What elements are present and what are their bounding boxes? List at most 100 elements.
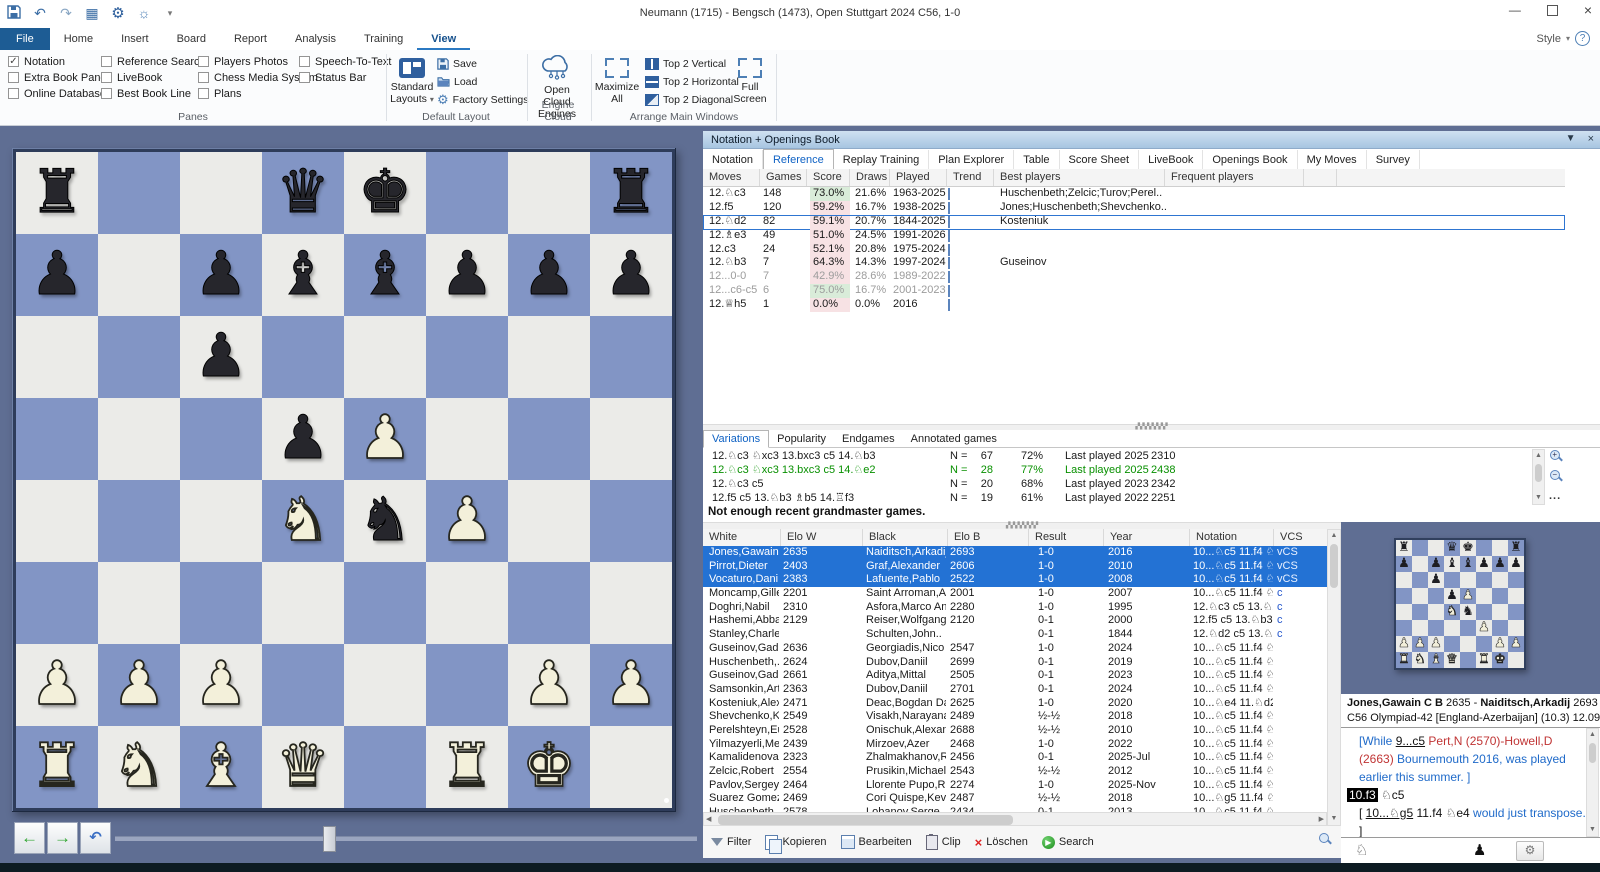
ribbon-checkbox[interactable]: Plans: [198, 88, 318, 99]
white-piece[interactable]: ♝: [180, 726, 262, 808]
black-piece[interactable]: ♟: [1476, 556, 1492, 572]
ribbon-tab[interactable]: Analysis: [281, 28, 350, 50]
square[interactable]: ♜: [1508, 540, 1524, 556]
square[interactable]: [1412, 620, 1428, 636]
square[interactable]: [426, 316, 508, 398]
white-piece[interactable]: ♟: [508, 644, 590, 726]
white-piece[interactable]: ♟: [1460, 588, 1476, 604]
square[interactable]: ♞: [1444, 604, 1460, 620]
scroll-down-icon[interactable]: ▼: [1533, 492, 1544, 504]
square[interactable]: [590, 726, 672, 808]
arrange-option[interactable]: Top 2 Diagonal: [645, 92, 739, 107]
col-blank-2[interactable]: [1337, 169, 1565, 186]
delete-button[interactable]: × Löschen: [975, 835, 1028, 850]
preview-chess-board[interactable]: ♜♛♚♜♟♟♝♝♟♟♟♟♟♟♞♞♟♟♟♟♟♟♜♞♝♛♜♚: [1394, 538, 1526, 670]
white-piece[interactable]: ♟: [1508, 636, 1524, 652]
more-options-button[interactable]: ...: [1549, 490, 1561, 502]
undo-icon[interactable]: ↶: [32, 5, 48, 22]
search-button[interactable]: ▶ Search: [1042, 836, 1094, 849]
square[interactable]: ♝: [262, 234, 344, 316]
square[interactable]: ♟: [1492, 556, 1508, 572]
square[interactable]: ♟: [98, 644, 180, 726]
black-piece[interactable]: ♜: [1396, 540, 1412, 556]
square[interactable]: [1508, 572, 1524, 588]
square[interactable]: [426, 152, 508, 234]
square[interactable]: ♞: [1460, 604, 1476, 620]
game-row[interactable]: Huschenbeth,.. 2624 Dubov,Daniil 2699 0-…: [703, 656, 1327, 670]
black-piece[interactable]: ♟: [1396, 556, 1412, 572]
white-piece[interactable]: ♜: [426, 726, 508, 808]
square[interactable]: ♟: [1428, 556, 1444, 572]
takeback-button[interactable]: ↶: [80, 822, 111, 854]
game-row[interactable]: Kosteniuk,Alex.. 2471 Deac,Bogdan Da.. 2…: [703, 697, 1327, 711]
black-piece[interactable]: ♟: [426, 234, 508, 316]
square[interactable]: ♟: [508, 644, 590, 726]
square[interactable]: [16, 480, 98, 562]
square[interactable]: [508, 480, 590, 562]
variations-tab[interactable]: Popularity: [769, 431, 834, 447]
square[interactable]: [1508, 588, 1524, 604]
variation-row[interactable]: 12.♘c3 ♘xc3 13.bxc3 c5 14.♘b3 N = 67 72%…: [703, 449, 1523, 463]
square[interactable]: ♜: [16, 152, 98, 234]
black-piece[interactable]: ♛: [1444, 540, 1460, 556]
square[interactable]: [1412, 572, 1428, 588]
square[interactable]: ♝: [344, 234, 426, 316]
minimize-button[interactable]: —: [1509, 3, 1521, 17]
square[interactable]: [1476, 636, 1492, 652]
square[interactable]: ♝: [1444, 556, 1460, 572]
scroll-left-icon[interactable]: ◀: [706, 814, 711, 826]
white-piece[interactable]: ♟: [590, 644, 672, 726]
black-piece[interactable]: ♟: [180, 234, 262, 316]
white-piece[interactable]: ♜: [1396, 652, 1412, 668]
square[interactable]: [590, 316, 672, 398]
black-piece[interactable]: ♟: [1492, 556, 1508, 572]
square[interactable]: [1460, 620, 1476, 636]
variation-row[interactable]: 12.f5 c5 13.♘b3 ♗b5 14.♖f3 N = 19 61% La…: [703, 491, 1523, 505]
panel-caption[interactable]: Notation + Openings Book: [703, 131, 1600, 149]
white-piece[interactable]: ♛: [262, 726, 344, 808]
ribbon-tab[interactable]: View: [417, 28, 470, 50]
previous-move-button[interactable]: ←: [14, 822, 45, 854]
square[interactable]: [426, 398, 508, 480]
black-piece[interactable]: ♜: [16, 152, 98, 234]
games-vscroll-thumb[interactable]: [1330, 544, 1338, 588]
square[interactable]: ♝: [1428, 652, 1444, 668]
square[interactable]: [1508, 620, 1524, 636]
square[interactable]: [16, 562, 98, 644]
square[interactable]: ♟: [16, 644, 98, 726]
reference-row[interactable]: 12.♘c3 148 73.0% 21.6% 1963-2025 Huschen…: [703, 187, 1565, 201]
col-result[interactable]: Result: [1029, 529, 1104, 546]
white-piece[interactable]: ♟: [1428, 636, 1444, 652]
game-row[interactable]: Vocaturo,Dani.. 2383 Lafuente,Pablo 2522…: [703, 573, 1327, 587]
game-row[interactable]: Perelshteyn,Eu.. 2528 Onischuk,Alexan.. …: [703, 724, 1327, 738]
black-piece[interactable]: ♞: [344, 480, 426, 562]
square[interactable]: [1412, 604, 1428, 620]
factory-settings-button[interactable]: ⚙ Factory Settings: [437, 92, 529, 107]
black-pawn-icon[interactable]: ♟: [1473, 841, 1486, 859]
game-row[interactable]: Doghri,Nabil 2310 Asfora,Marco An.. 2280…: [703, 601, 1327, 615]
game-row[interactable]: Shevchenko,Kir.. 2549 Visakh,Narayana.. …: [703, 710, 1327, 724]
col-best-players[interactable]: Best players: [994, 169, 1165, 186]
square[interactable]: [1476, 588, 1492, 604]
square[interactable]: [344, 726, 426, 808]
square[interactable]: [1460, 636, 1476, 652]
ribbon-checkbox[interactable]: Status Bar: [299, 72, 391, 83]
layout-save-button[interactable]: Save: [437, 56, 477, 71]
square[interactable]: ♟: [1476, 556, 1492, 572]
square[interactable]: ♜: [590, 152, 672, 234]
square[interactable]: [1508, 652, 1524, 668]
col-draws[interactable]: Draws: [850, 169, 890, 186]
games-vscrollbar[interactable]: ▲ ▼: [1327, 529, 1341, 826]
game-position-slider-track[interactable]: [115, 836, 697, 841]
square[interactable]: [344, 644, 426, 726]
black-piece[interactable]: ♛: [262, 152, 344, 234]
square[interactable]: [1492, 572, 1508, 588]
black-piece[interactable]: ♝: [344, 234, 426, 316]
scroll-up-icon[interactable]: ▲: [1328, 530, 1340, 542]
square[interactable]: [1476, 572, 1492, 588]
white-piece[interactable]: ♟: [1412, 636, 1428, 652]
square[interactable]: ♚: [1492, 652, 1508, 668]
black-piece[interactable]: ♟: [1428, 556, 1444, 572]
square[interactable]: ♟: [508, 234, 590, 316]
black-piece[interactable]: ♚: [344, 152, 426, 234]
